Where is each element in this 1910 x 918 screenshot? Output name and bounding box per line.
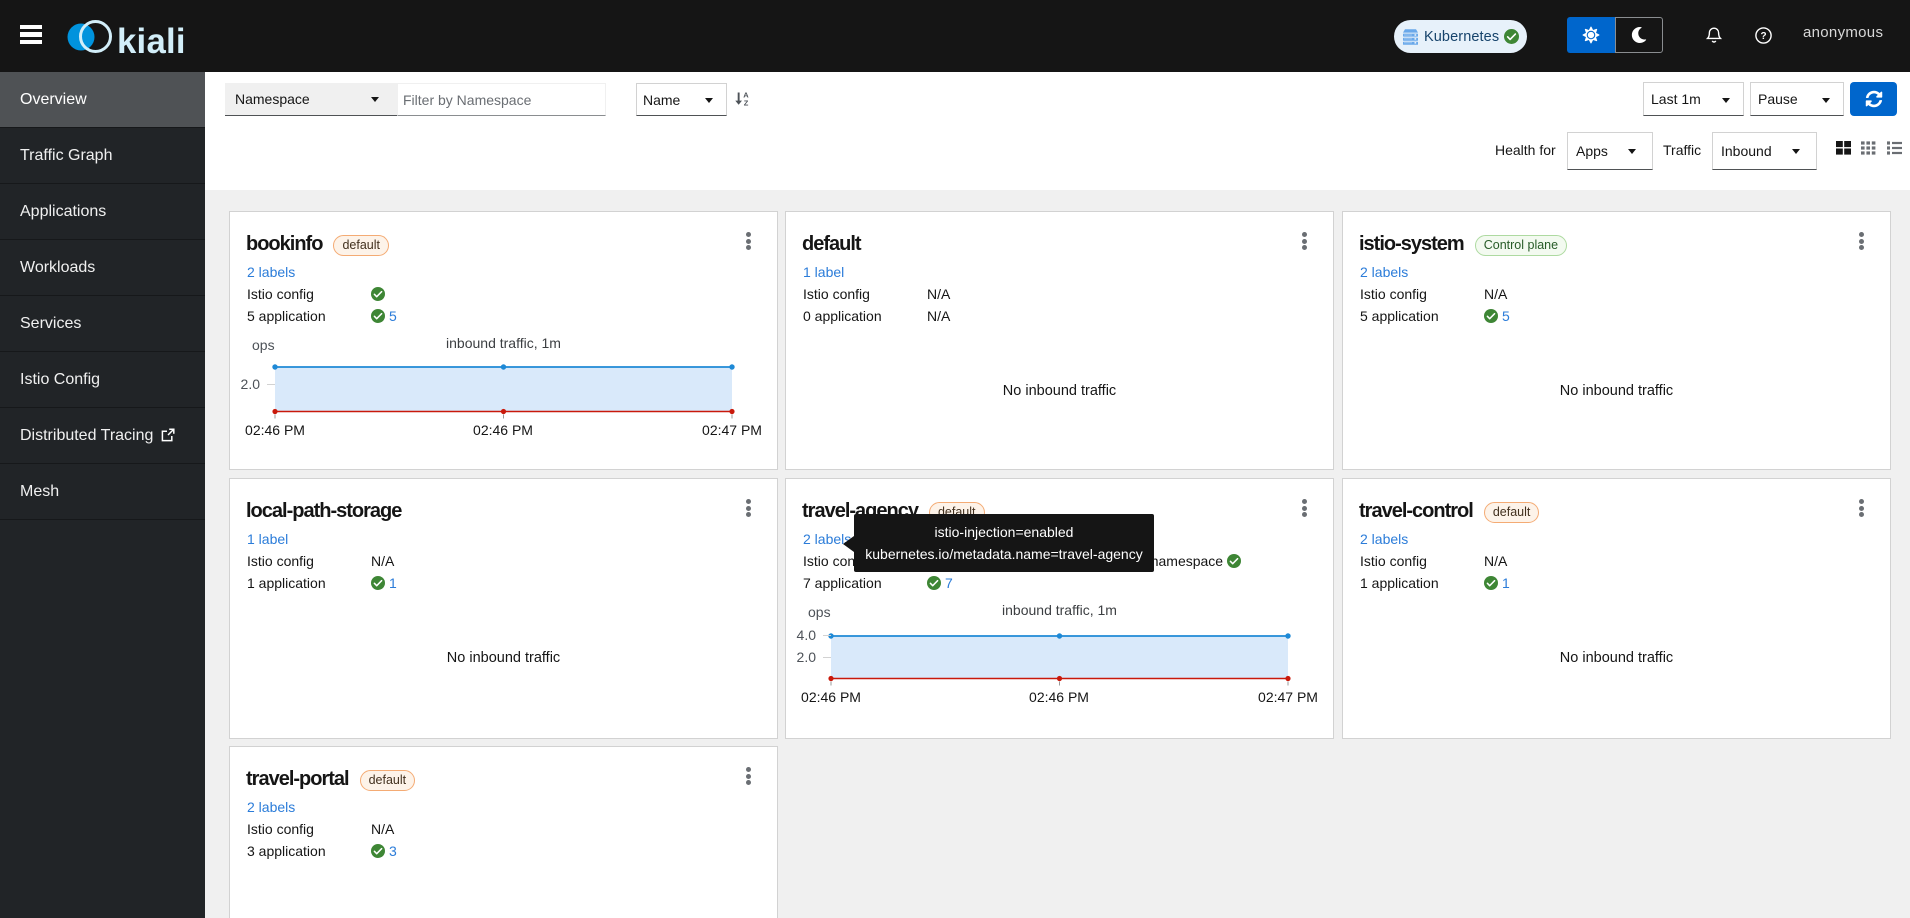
svg-text:?: ?	[1760, 31, 1766, 42]
svg-text:Z: Z	[744, 98, 749, 106]
